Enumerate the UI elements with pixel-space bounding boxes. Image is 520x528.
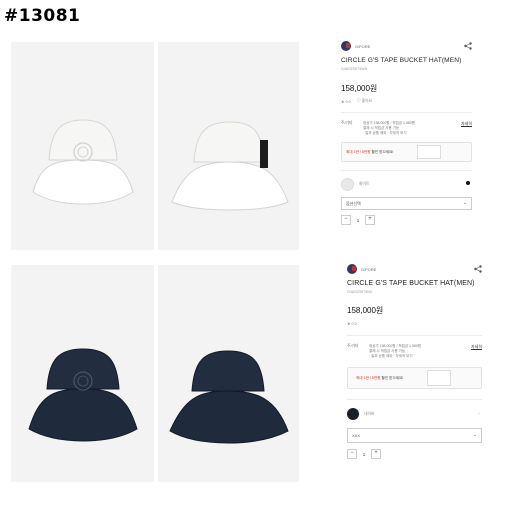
product-sku: G4AS23H74WH bbox=[341, 67, 368, 71]
share-icon[interactable] bbox=[474, 265, 482, 275]
quantity-value[interactable]: 1 bbox=[351, 218, 365, 223]
brand-logo-icon bbox=[341, 41, 351, 51]
color-toggle-icon[interactable]: ◦ bbox=[478, 411, 480, 417]
review-score[interactable]: ★ 0.0 bbox=[347, 321, 357, 326]
shipping-info: 주/기타 정상가 158,000원 / 적립금 1,580원 결제 시 적립금 … bbox=[347, 344, 482, 359]
white-bucket-hat-side-image bbox=[171, 121, 289, 211]
color-swatch-white[interactable] bbox=[341, 178, 354, 191]
brand-row: G/FORE bbox=[347, 263, 482, 275]
navy-bucket-hat-front-image bbox=[28, 348, 138, 442]
navy-bucket-hat-side-image bbox=[169, 350, 289, 444]
divider bbox=[347, 335, 482, 336]
quantity-stepper: − 1 + bbox=[341, 215, 472, 225]
option-select[interactable]: 옵션선택 ⌄ bbox=[341, 197, 472, 210]
brand-name: G/FORE bbox=[361, 266, 377, 272]
product-photo-navy-side[interactable] bbox=[158, 265, 299, 482]
promo-banner[interactable]: 최대 1만 / 5만원 할인 받으세요! bbox=[347, 367, 482, 389]
chevron-down-icon: ⌄ bbox=[472, 432, 477, 438]
promo-text: 최대 1만 / 5만원 할인 받으세요! bbox=[346, 150, 394, 154]
increase-button[interactable]: + bbox=[365, 215, 375, 225]
color-option-row: 화이트 bbox=[341, 178, 472, 191]
increase-button[interactable]: + bbox=[371, 449, 381, 459]
product-price: 158,000원 bbox=[341, 84, 378, 93]
coupon-image bbox=[427, 370, 451, 386]
product-photo-white-side[interactable] bbox=[158, 42, 299, 250]
divider bbox=[341, 112, 472, 113]
product-photo-white-front[interactable] bbox=[11, 42, 154, 250]
product-panel-top: G/FORE CIRCLE G'S TAPE BUCKET HAT(MEN) G… bbox=[341, 40, 472, 250]
color-option-row: 네이비 ◦ bbox=[347, 408, 482, 420]
white-bucket-hat-front-image bbox=[32, 119, 134, 205]
product-photo-navy-front[interactable] bbox=[11, 265, 154, 482]
product-sku: G4AS23H74NV bbox=[347, 290, 373, 294]
shipping-info: 주/기타 정상가 158,000원 / 적립금 1,580원 결제 시 적립금 … bbox=[341, 121, 472, 136]
decrease-button[interactable]: − bbox=[341, 215, 351, 225]
option-select-value: 옵션선택 bbox=[346, 200, 361, 206]
shipping-detail-link[interactable]: 자세히 bbox=[461, 121, 472, 127]
color-swatch-navy[interactable] bbox=[347, 408, 359, 420]
shipping-detail-link[interactable]: 자세히 bbox=[471, 344, 482, 350]
quantity-value[interactable]: 1 bbox=[357, 452, 371, 457]
promo-text: 최대 1만 / 5만원 할인 받으세요! bbox=[356, 376, 404, 380]
coupon-image bbox=[417, 145, 441, 159]
color-dot-navy-icon[interactable] bbox=[466, 181, 470, 185]
promo-banner[interactable]: 최대 1만 / 5만원 할인 받으세요! bbox=[341, 142, 472, 162]
divider bbox=[347, 399, 482, 400]
brand-name: G/FORE bbox=[355, 43, 371, 49]
divider bbox=[341, 170, 472, 171]
product-code-label: #13081 bbox=[4, 6, 81, 26]
option-select-value: XXX bbox=[352, 433, 361, 438]
shipping-info-line-3: · 일부 상품 제외 · 자세히 보기 bbox=[363, 131, 407, 135]
option-select[interactable]: XXX ⌄ bbox=[347, 428, 482, 443]
color-name: 화이트 bbox=[359, 182, 370, 186]
product-price: 158,000원 bbox=[347, 306, 384, 315]
brand-row: G/FORE bbox=[341, 40, 472, 52]
share-icon[interactable] bbox=[464, 42, 472, 52]
chevron-down-icon: ⌄ bbox=[462, 200, 467, 206]
color-name: 네이비 bbox=[364, 411, 375, 416]
product-panel-bottom: G/FORE CIRCLE G'S TAPE BUCKET HAT(MEN) G… bbox=[347, 263, 482, 483]
shipping-label: 주/기타 bbox=[341, 121, 353, 125]
brand-logo-icon bbox=[347, 264, 357, 274]
review-score[interactable]: ★ 0.0 bbox=[341, 99, 351, 104]
shipping-info-line-3: · 일부 상품 제외 · 자세히 보기 bbox=[369, 354, 413, 358]
decrease-button[interactable]: − bbox=[347, 449, 357, 459]
product-title: CIRCLE G'S TAPE BUCKET HAT(MEN) bbox=[341, 57, 462, 64]
shipping-label: 주/기타 bbox=[347, 344, 359, 348]
product-title: CIRCLE G'S TAPE BUCKET HAT(MEN) bbox=[347, 280, 475, 287]
wishlist-button[interactable]: ♡ 좋아요 bbox=[357, 99, 372, 104]
quantity-stepper: − 1 + bbox=[347, 449, 482, 459]
